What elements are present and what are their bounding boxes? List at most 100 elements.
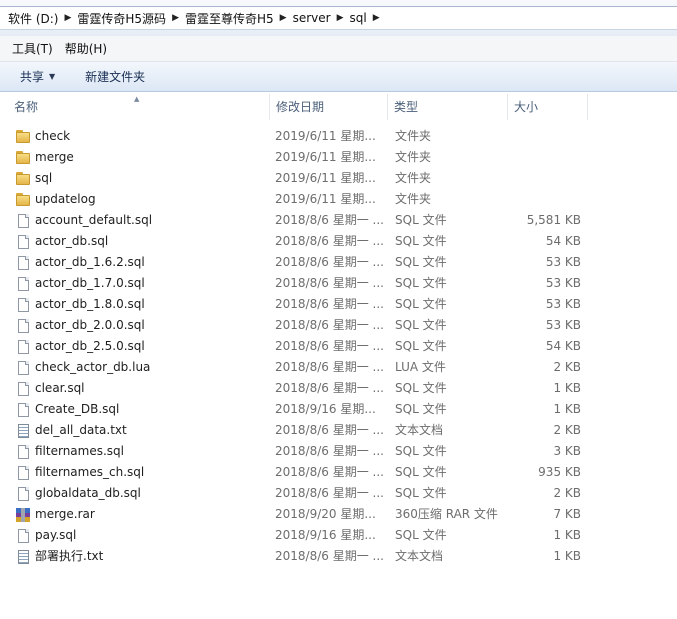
file-date-modified: 2019/6/11 星期... <box>275 129 376 143</box>
file-date-modified: 2018/8/6 星期一 ... <box>275 423 383 437</box>
file-row[interactable]: Create_DB.sql 2018/9/16 星期... SQL 文件 1 KB <box>0 399 677 420</box>
file-size: 1 KB <box>553 528 581 542</box>
file-type: SQL 文件 <box>395 213 447 227</box>
command-bar: 共享 ▼ 新建文件夹 <box>0 62 677 92</box>
file-row[interactable]: sql 2019/6/11 星期... 文件夹 <box>0 168 677 189</box>
file-row[interactable]: filternames.sql 2018/8/6 星期一 ... SQL 文件 3 K… <box>0 441 677 462</box>
breadcrumb-label[interactable]: 软件 (D:) <box>2 10 64 27</box>
file-type: SQL 文件 <box>395 402 447 416</box>
breadcrumb-chevron-icon[interactable]: ▶ <box>172 13 179 23</box>
file-size: 53 KB <box>545 276 581 290</box>
file-list: check 2019/6/11 星期... 文件夹 merge 2019/6/11 星期… <box>0 126 677 567</box>
file-row[interactable]: actor_db_1.7.0.sql 2018/8/6 星期一 ... SQL 文件… <box>0 273 677 294</box>
file-row[interactable]: filternames_ch.sql 2018/8/6 星期一 ... SQL 文件… <box>0 462 677 483</box>
breadcrumb-chevron-icon[interactable]: ▶ <box>280 13 287 23</box>
file-row[interactable]: actor_db.sql 2018/8/6 星期一 ... SQL 文件 54 KB <box>0 231 677 252</box>
file-date-modified: 2018/8/6 星期一 ... <box>275 213 383 227</box>
file-icon <box>15 339 31 355</box>
file-row[interactable]: merge 2019/6/11 星期... 文件夹 <box>0 147 677 168</box>
breadcrumb-item[interactable]: 软件 (D:) ▶ <box>2 10 71 27</box>
file-date-modified: 2018/8/6 星期一 ... <box>275 360 383 374</box>
file-date-modified: 2018/8/6 星期一 ... <box>275 318 383 332</box>
menu-tools[interactable]: 工具(T) <box>6 40 59 57</box>
breadcrumb-item[interactable]: sql ▶ <box>344 11 380 25</box>
breadcrumb-item[interactable]: 雷霆至尊传奇H5 ▶ <box>179 10 287 27</box>
file-icon <box>15 318 31 334</box>
file-date-modified: 2018/8/6 星期一 ... <box>275 549 383 563</box>
file-date-modified: 2019/6/11 星期... <box>275 171 376 185</box>
file-row[interactable]: actor_db_2.5.0.sql 2018/8/6 星期一 ... SQL 文件… <box>0 336 677 357</box>
breadcrumb-label[interactable]: server <box>287 11 337 25</box>
breadcrumb-item[interactable]: 雷霆传奇H5源码 ▶ <box>71 10 179 27</box>
file-date-modified: 2018/8/6 星期一 ... <box>275 444 383 458</box>
file-type: SQL 文件 <box>395 444 447 458</box>
file-size: 2 KB <box>553 486 581 500</box>
file-name: actor_db_1.6.2.sql <box>35 255 145 269</box>
folder-icon <box>15 192 31 208</box>
column-name[interactable]: 名称 <box>8 94 270 120</box>
file-type: SQL 文件 <box>395 234 447 248</box>
file-icon <box>15 360 31 376</box>
breadcrumb-label[interactable]: 雷霆传奇H5源码 <box>71 10 172 27</box>
file-row[interactable]: check_actor_db.lua 2018/8/6 星期一 ... LUA 文件… <box>0 357 677 378</box>
file-name: globaldata_db.sql <box>35 486 141 500</box>
breadcrumb-chevron-icon[interactable]: ▶ <box>64 13 71 23</box>
file-date-modified: 2018/8/6 星期一 ... <box>275 486 383 500</box>
file-date-modified: 2019/6/11 星期... <box>275 192 376 206</box>
file-date-modified: 2018/8/6 星期一 ... <box>275 276 383 290</box>
file-type: SQL 文件 <box>395 528 447 542</box>
file-type: SQL 文件 <box>395 255 447 269</box>
file-row[interactable]: globaldata_db.sql 2018/8/6 星期一 ... SQL 文件 2… <box>0 483 677 504</box>
file-row[interactable]: del_all_data.txt 2018/8/6 星期一 ... 文本文档 2 KB <box>0 420 677 441</box>
file-date-modified: 2018/8/6 星期一 ... <box>275 381 383 395</box>
share-button[interactable]: 共享 ▼ <box>20 68 55 85</box>
file-size: 53 KB <box>545 255 581 269</box>
file-size: 2 KB <box>553 423 581 437</box>
column-date-modified[interactable]: 修改日期 <box>270 94 388 120</box>
file-row[interactable]: merge.rar 2018/9/20 星期... 360压缩 RAR 文件 7 KB <box>0 504 677 525</box>
file-row[interactable]: actor_db_1.6.2.sql 2018/8/6 星期一 ... SQL 文件… <box>0 252 677 273</box>
file-date-modified: 2018/8/6 星期一 ... <box>275 297 383 311</box>
file-size: 54 KB <box>545 339 581 353</box>
file-type: LUA 文件 <box>395 360 446 374</box>
file-type: 文本文档 <box>395 549 444 563</box>
file-name: check_actor_db.lua <box>35 360 151 374</box>
file-row[interactable]: updatelog 2019/6/11 星期... 文件夹 <box>0 189 677 210</box>
file-type: SQL 文件 <box>395 381 447 395</box>
share-button-label: 共享 <box>20 70 45 84</box>
address-bar: 软件 (D:) ▶ 雷霆传奇H5源码 ▶ 雷霆至尊传奇H5 ▶ server ▶… <box>0 0 677 36</box>
file-row[interactable]: 部署执行.txt 2018/8/6 星期一 ... 文本文档 1 KB <box>0 546 677 567</box>
breadcrumb-label[interactable]: sql <box>344 11 373 25</box>
file-name: actor_db_1.7.0.sql <box>35 276 145 290</box>
file-name: del_all_data.txt <box>35 423 127 437</box>
file-row[interactable]: actor_db_1.8.0.sql 2018/8/6 星期一 ... SQL 文件… <box>0 294 677 315</box>
breadcrumb[interactable]: 软件 (D:) ▶ 雷霆传奇H5源码 ▶ 雷霆至尊传奇H5 ▶ server ▶… <box>0 6 677 30</box>
file-row[interactable]: account_default.sql 2018/8/6 星期一 ... SQL 文… <box>0 210 677 231</box>
file-row[interactable]: check 2019/6/11 星期... 文件夹 <box>0 126 677 147</box>
breadcrumb-label[interactable]: 雷霆至尊传奇H5 <box>179 10 280 27</box>
file-size: 2 KB <box>553 360 581 374</box>
file-name: pay.sql <box>35 528 77 542</box>
menu-help[interactable]: 帮助(H) <box>59 40 113 57</box>
breadcrumb-chevron-icon[interactable]: ▶ <box>337 13 344 23</box>
file-icon <box>15 402 31 418</box>
new-folder-button[interactable]: 新建文件夹 <box>85 68 145 85</box>
column-type[interactable]: 类型 <box>388 94 508 120</box>
file-icon <box>15 528 31 544</box>
file-type: SQL 文件 <box>395 297 447 311</box>
file-date-modified: 2018/9/20 星期... <box>275 507 376 521</box>
rar-archive-icon <box>15 507 31 523</box>
breadcrumb-chevron-icon[interactable]: ▶ <box>373 13 380 23</box>
file-row[interactable]: actor_db_2.0.0.sql 2018/8/6 星期一 ... SQL 文件… <box>0 315 677 336</box>
file-row[interactable]: pay.sql 2018/9/16 星期... SQL 文件 1 KB <box>0 525 677 546</box>
folder-icon <box>15 171 31 187</box>
column-size[interactable]: 大小 <box>508 94 588 120</box>
dropdown-arrow-icon: ▼ <box>49 72 56 81</box>
text-document-icon <box>15 549 31 565</box>
breadcrumb-item[interactable]: server ▶ <box>287 11 344 25</box>
file-row[interactable]: clear.sql 2018/8/6 星期一 ... SQL 文件 1 KB <box>0 378 677 399</box>
file-size: 1 KB <box>553 549 581 563</box>
file-type: SQL 文件 <box>395 318 447 332</box>
file-name: filternames_ch.sql <box>35 465 145 479</box>
file-type: 360压缩 RAR 文件 <box>395 507 498 521</box>
